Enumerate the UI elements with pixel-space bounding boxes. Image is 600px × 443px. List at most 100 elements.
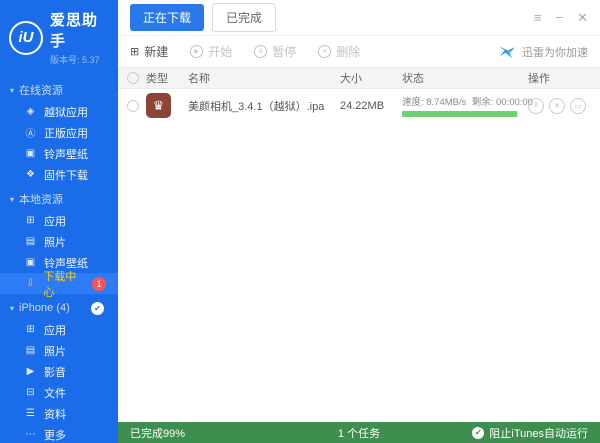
section-title: iPhone (4) (19, 302, 70, 314)
open-folder-icon[interactable]: ▭ (570, 97, 586, 114)
close-icon[interactable]: ✕ (577, 10, 588, 26)
status-text: 速度: 8.74MB/s 剩余: 00:00:00 (402, 94, 533, 108)
new-task-button[interactable]: ⊞ 新建 (130, 43, 168, 60)
sidebar-item-firmware-download[interactable]: ❖ 固件下载 (0, 164, 118, 185)
jailbreak-apps-icon: ◈ (26, 106, 35, 117)
photos-icon: ▤ (25, 236, 36, 247)
sidebar-nav: ▾ 在线资源 ◈ 越狱应用 Ⓐ 正版应用 ▣ 铃声壁纸 ❖ 固件下载 ▾ 本地资… (0, 72, 118, 443)
sidebar-item-jailbreak-apps[interactable]: ◈ 越狱应用 (0, 101, 118, 122)
thunder-bird-icon (499, 45, 515, 58)
sidebar-item-iphone-photos[interactable]: ▤ 照片 (0, 340, 118, 361)
sidebar-item-label: 越狱应用 (44, 106, 88, 119)
app-title: 爱思助手 (50, 12, 99, 50)
delete-label: 删除 (336, 45, 361, 59)
titlebar: 正在下载 已完成 ≡ − ✕ (118, 0, 600, 36)
window-controls: ≡ − ✕ (534, 10, 588, 26)
sidebar-item-local-apps[interactable]: ⊞ 应用 (0, 210, 118, 231)
sidebar-item-ringtone-wallpaper-online[interactable]: ▣ 铃声壁纸 (0, 143, 118, 164)
sidebar-item-label: 照片 (44, 236, 66, 249)
select-all-radio[interactable] (127, 72, 139, 84)
start-label: 开始 (208, 45, 233, 59)
pause-icon: II (254, 45, 268, 58)
section-online-resources[interactable]: ▾ 在线资源 (0, 79, 118, 101)
pause-button[interactable]: II 暂停 (254, 43, 296, 60)
sidebar-item-iphone-media[interactable]: ▶ 影音 (0, 361, 118, 382)
download-icon: ⇩ (25, 278, 35, 289)
sidebar: iU 爱思助手 版本号: 5.37 ▾ 在线资源 ◈ 越狱应用 Ⓐ 正版应用 ▣ (0, 0, 118, 443)
toolbar: ⊞ 新建 ▶ 开始 II 暂停 ✕ 删除 迅雷为你加速 (118, 36, 600, 67)
section-iphone[interactable]: ▾ iPhone (4) ✔ (0, 297, 118, 319)
check-circle-icon: ✔ (472, 426, 485, 439)
start-button[interactable]: ▶ 开始 (190, 43, 232, 60)
sidebar-item-label: 照片 (44, 345, 66, 358)
block-itunes-label: 阻止iTunes自动运行 (489, 427, 588, 440)
sidebar-item-iphone-more[interactable]: ⋯ 更多 (0, 424, 118, 443)
status-cell: 速度: 8.74MB/s 剩余: 00:00:00 (402, 94, 533, 117)
download-count-badge: 1 (92, 276, 106, 291)
ringtone-wallpaper-icon: ▣ (25, 148, 36, 159)
delete-button[interactable]: ✕ 删除 (318, 43, 360, 60)
tab-completed[interactable]: 已完成 (212, 3, 277, 32)
chevron-down-icon: ▾ (10, 303, 15, 313)
col-size: 大小 (340, 73, 362, 85)
app-logo-icon: iU (9, 20, 43, 55)
sidebar-item-label: 下载中心 (43, 270, 77, 299)
thunder-accelerator[interactable]: 迅雷为你加速 (497, 44, 588, 60)
section-local-resources[interactable]: ▾ 本地资源 (0, 188, 118, 210)
chevron-down-icon: ▾ (10, 194, 15, 204)
row-pause-icon[interactable]: II (528, 97, 544, 114)
pause-label: 暂停 (272, 45, 297, 59)
sidebar-item-label: 应用 (44, 215, 66, 228)
more-icon: ⋯ (25, 429, 36, 440)
app-window: iU 爱思助手 版本号: 5.37 ▾ 在线资源 ◈ 越狱应用 Ⓐ 正版应用 ▣ (0, 0, 600, 443)
progress-bar (402, 111, 518, 117)
minimize-icon[interactable]: − (556, 10, 564, 26)
logo-text-block: 爱思助手 版本号: 5.37 (50, 9, 110, 66)
task-count-label: 1 个任务 (337, 427, 381, 440)
section-title: 本地资源 (19, 194, 64, 206)
col-type: 类型 (146, 73, 168, 85)
sidebar-item-local-photos[interactable]: ▤ 照片 (0, 231, 118, 252)
file-size: 24.22MB (340, 99, 385, 112)
sidebar-item-label: 文件 (44, 387, 66, 400)
status-bar: 已完成99% 1 个任务 ✔ 阻止iTunes自动运行 (118, 422, 600, 443)
sidebar-item-label: 正版应用 (44, 127, 88, 140)
file-name: 美颜相机_3.4.1（越狱）.ipa (188, 100, 325, 113)
beautycam-app-icon: ♛ (146, 93, 171, 118)
sidebar-item-genuine-apps[interactable]: Ⓐ 正版应用 (0, 122, 118, 143)
table-row[interactable]: ♛ 美颜相机_3.4.1（越狱）.ipa 24.22MB 速度: 8.74MB/… (118, 89, 600, 122)
data-list-icon: ☰ (26, 408, 35, 419)
block-itunes-toggle[interactable]: ✔ 阻止iTunes自动运行 (380, 425, 588, 441)
sidebar-item-download-center[interactable]: ⇩ 下载中心 1 (0, 271, 118, 299)
sidebar-item-iphone-apps[interactable]: ⊞ 应用 (0, 319, 118, 340)
progress-fill (402, 111, 517, 117)
sidebar-item-label: 影音 (44, 366, 66, 379)
row-actions: II ✕ ▭ (528, 97, 600, 114)
table-header: 类型 名称 大小 状态 操作 (118, 67, 600, 89)
sidebar-item-label: 更多 (44, 429, 66, 442)
row-cancel-icon[interactable]: ✕ (549, 97, 565, 114)
apps-grid-icon: ⊞ (26, 324, 35, 335)
media-icon: ▶ (26, 366, 35, 377)
row-select-radio[interactable] (127, 99, 139, 112)
col-name: 名称 (188, 73, 210, 85)
sidebar-item-label: 资料 (44, 408, 66, 421)
menu-icon[interactable]: ≡ (534, 10, 542, 26)
connected-check-icon: ✔ (91, 301, 104, 315)
col-status: 状态 (402, 73, 424, 85)
files-icon: ⊟ (26, 387, 35, 398)
sidebar-item-label: 铃声壁纸 (44, 148, 88, 161)
sidebar-item-iphone-files[interactable]: ⊟ 文件 (0, 382, 118, 403)
ringtone-wallpaper-icon: ▣ (25, 257, 36, 268)
section-title: 在线资源 (19, 85, 64, 97)
sidebar-item-label: 应用 (44, 324, 66, 337)
new-task-label: 新建 (144, 45, 169, 59)
delete-icon: ✕ (318, 45, 332, 58)
start-icon: ▶ (190, 45, 204, 58)
sidebar-item-iphone-data[interactable]: ☰ 资料 (0, 403, 118, 424)
tab-downloading[interactable]: 正在下载 (130, 4, 205, 31)
main-content: 正在下载 已完成 ≡ − ✕ ⊞ 新建 ▶ 开始 II 暂停 ✕ 删除 迅雷为你… (118, 0, 600, 443)
chevron-down-icon: ▾ (10, 85, 15, 95)
overall-progress-label: 已完成99% (130, 427, 186, 440)
logo-area: iU 爱思助手 版本号: 5.37 (0, 0, 118, 72)
